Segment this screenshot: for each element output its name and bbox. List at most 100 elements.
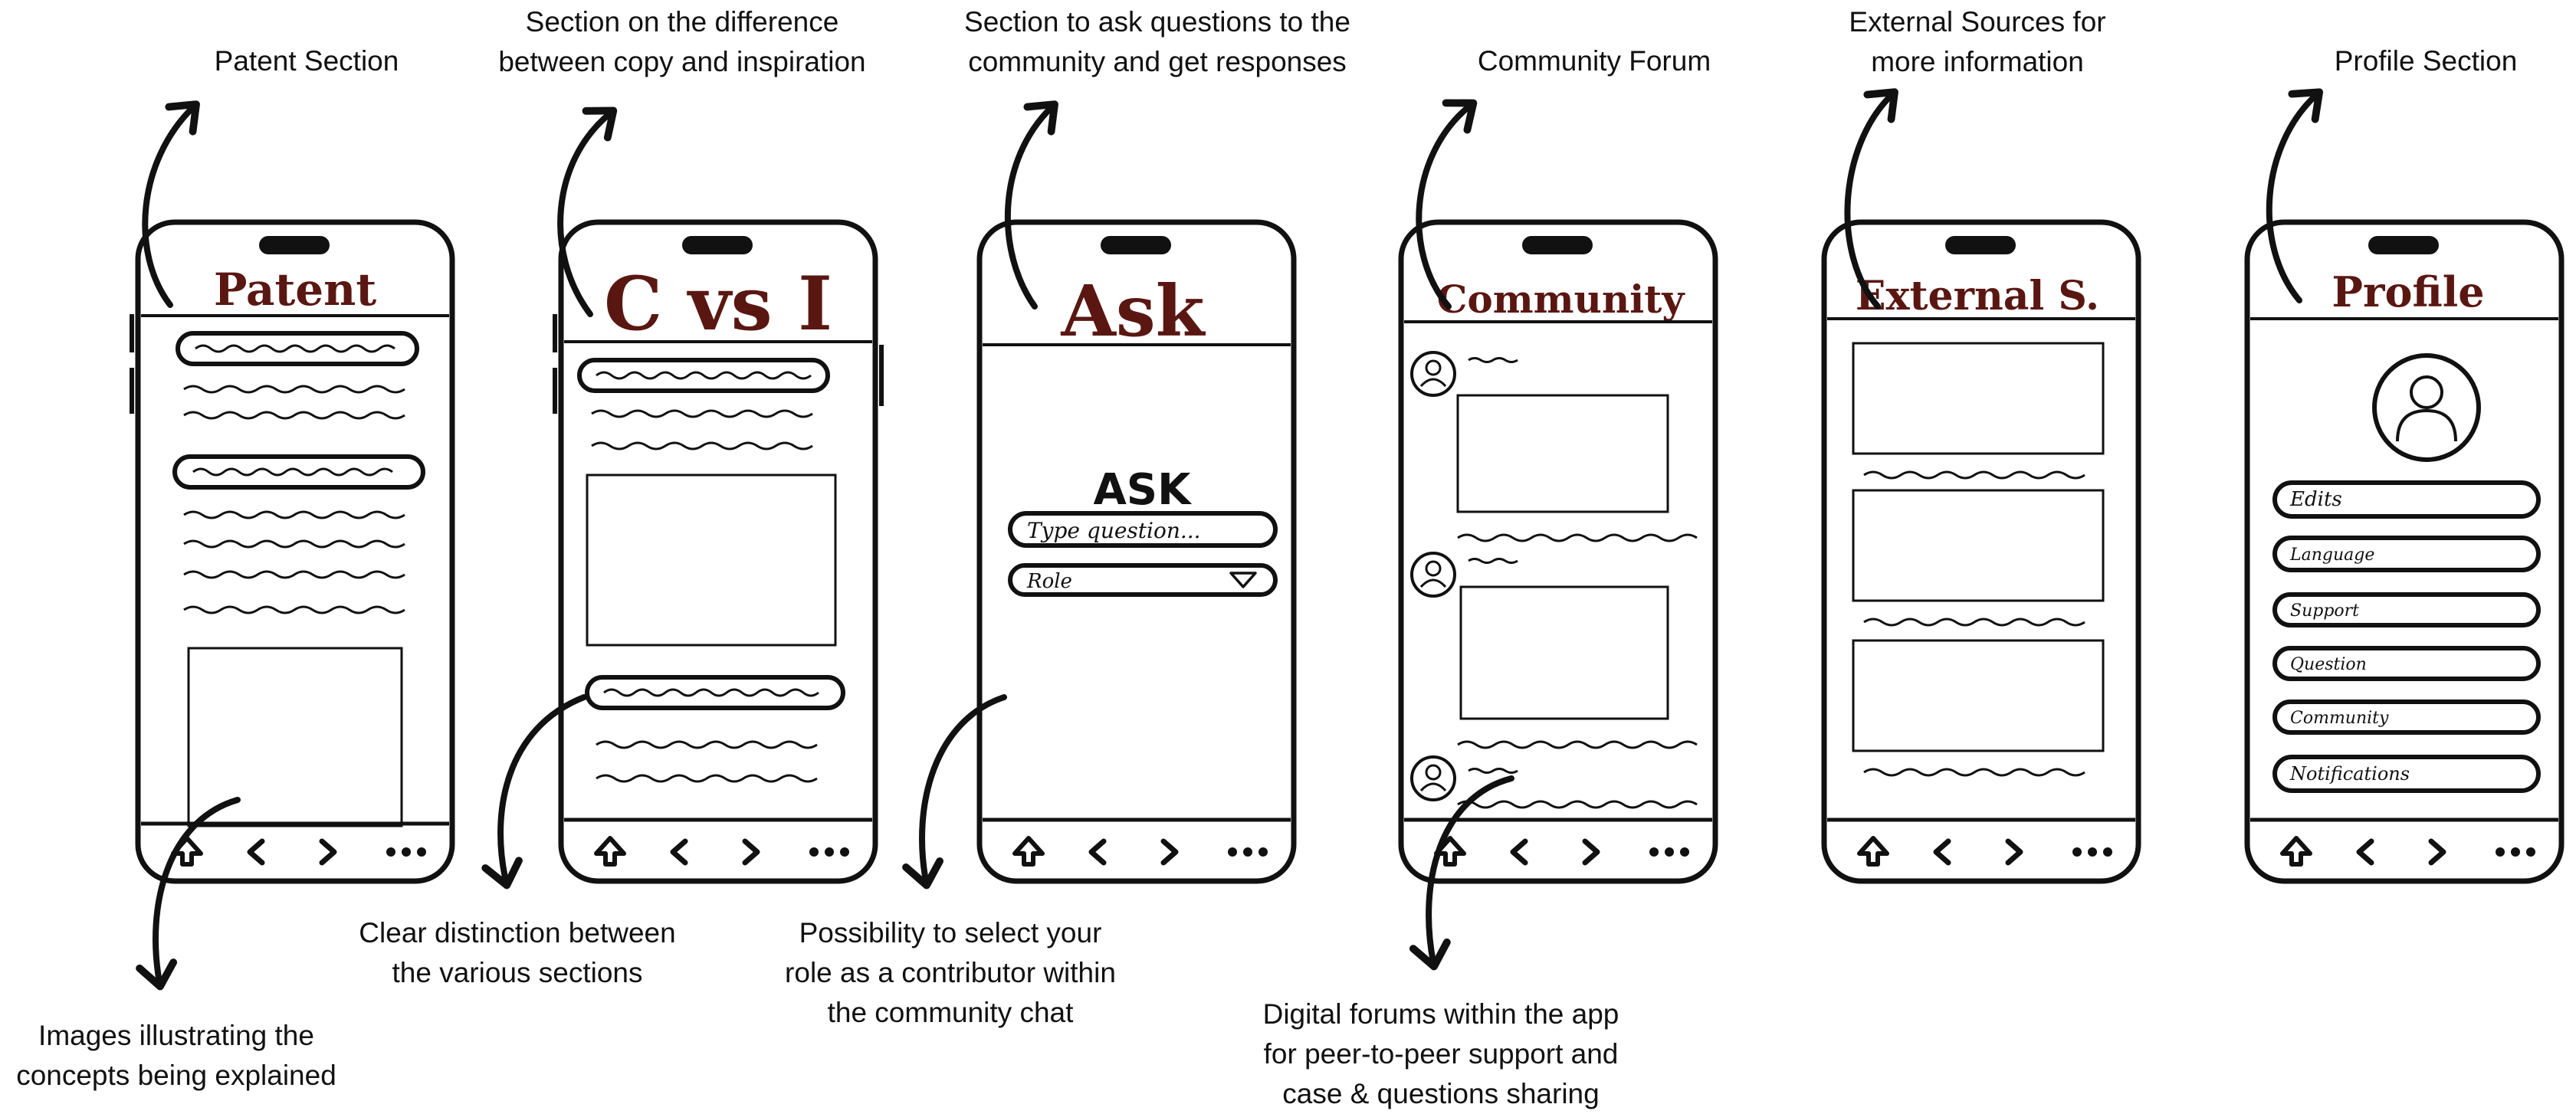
dot [1243, 847, 1252, 857]
back-chevron-icon[interactable] [1510, 838, 1528, 866]
forward-chevron-icon[interactable] [2428, 838, 2446, 866]
profile-button-edits[interactable]: Edits [2272, 480, 2541, 519]
bottom-nav [2280, 836, 2535, 867]
dot [2088, 847, 2097, 857]
phone-notch [1101, 236, 1171, 254]
screen-title: External S. [1856, 273, 2099, 319]
phone-ask: Ask ASK Type question... Role [976, 219, 1297, 884]
source-card[interactable] [1852, 489, 2105, 627]
home-up-arrow-icon[interactable] [594, 836, 626, 867]
phone-external-sources: External S. [1821, 219, 2141, 884]
more-dots-icon[interactable] [809, 847, 849, 857]
annotation-arrow [481, 694, 587, 890]
source-card[interactable] [1852, 342, 2105, 480]
annotation-arrow [2266, 88, 2324, 303]
screen-title: Ask [1061, 270, 1206, 352]
back-chevron-icon[interactable] [1088, 838, 1107, 866]
more-dots-icon[interactable] [386, 847, 426, 857]
button-label: Question [2290, 655, 2367, 674]
phone-community: Community [1398, 219, 1718, 884]
phone-patent: Patent [130, 219, 455, 884]
more-dots-icon[interactable] [1649, 847, 1689, 857]
dot [1649, 847, 1659, 857]
home-up-arrow-icon[interactable] [2280, 836, 2312, 867]
user-avatar-icon[interactable] [2372, 353, 2481, 462]
more-dots-icon[interactable] [2496, 847, 2535, 857]
phone-notch [2368, 236, 2439, 254]
forum-post[interactable] [1410, 552, 1698, 749]
home-up-arrow-icon[interactable] [1012, 836, 1045, 867]
dot [2103, 847, 2112, 857]
more-dots-icon[interactable] [1228, 847, 1268, 857]
button-label: Notifications [2289, 763, 2410, 785]
role-select[interactable]: Role [1008, 563, 1278, 597]
phone-notch [682, 236, 753, 254]
source-image [1852, 342, 2105, 455]
bottom-nav [594, 836, 849, 867]
phone-copy-vs-inspiration: C vs I [553, 219, 884, 884]
screen-title: Profile [2332, 267, 2484, 316]
back-chevron-icon[interactable] [2356, 838, 2374, 866]
back-chevron-icon[interactable] [1933, 838, 1951, 866]
more-dots-icon[interactable] [2072, 847, 2112, 857]
dot [386, 847, 395, 857]
button-label: Community [2290, 709, 2389, 728]
back-chevron-icon[interactable] [247, 838, 265, 866]
phone-frame [135, 219, 455, 884]
dot [417, 847, 426, 857]
bottom-nav [1012, 836, 1268, 867]
annotation-arrow [557, 106, 618, 317]
source-image [1852, 489, 2105, 602]
question-input[interactable]: Type question... [1008, 511, 1278, 548]
annotation-arrow [902, 694, 1007, 890]
forward-chevron-icon[interactable] [319, 838, 337, 866]
button-label: Support [2290, 601, 2359, 621]
bottom-nav [1434, 836, 1689, 867]
home-up-arrow-icon[interactable] [1857, 836, 1889, 867]
source-image [1852, 639, 2105, 752]
button-label: Edits [2289, 488, 2342, 511]
forum-post[interactable] [1410, 351, 1698, 542]
dot [1228, 847, 1237, 857]
profile-button-support[interactable]: Support [2272, 592, 2541, 627]
profile-button-question[interactable]: Question [2272, 646, 2541, 681]
forward-chevron-icon[interactable] [2005, 838, 2023, 866]
dot [2526, 847, 2535, 857]
post-image [1456, 394, 1669, 513]
profile-button-language[interactable]: Language [2272, 536, 2541, 572]
post-image [1459, 585, 1669, 720]
dot [825, 847, 834, 857]
dot [2072, 847, 2082, 857]
button-label: Language [2289, 546, 2374, 565]
bottom-nav [171, 836, 426, 867]
question-placeholder: Type question... [1027, 518, 1201, 543]
dot [402, 847, 411, 857]
dot [1665, 847, 1674, 857]
image-placeholder [187, 647, 403, 827]
ask-heading: ASK [1093, 465, 1193, 515]
phone-profile: Profile Edits Language Support Question … [2244, 219, 2565, 884]
bottom-nav [1857, 836, 2112, 867]
phone-notch [259, 236, 330, 254]
phone-notch [1522, 236, 1593, 254]
dropdown-triangle-icon [1229, 572, 1257, 588]
dot [2496, 847, 2505, 857]
forum-post[interactable] [1410, 755, 1698, 809]
dot [2511, 847, 2520, 857]
screen-title: Community [1437, 277, 1686, 322]
forward-chevron-icon[interactable] [1160, 838, 1179, 866]
annotation-arrow [1409, 775, 1514, 971]
screen-title: Patent [214, 264, 376, 316]
annotation-arrow [142, 100, 200, 308]
wireframe-canvas: Patent C vs I Ask ASK Type question... R… [130, 88, 2565, 991]
dot [809, 847, 819, 857]
source-card[interactable] [1852, 639, 2105, 777]
profile-button-community[interactable]: Community [2272, 700, 2541, 735]
profile-button-notifications[interactable]: Notifications [2272, 755, 2541, 793]
annotation-arrow [1004, 100, 1058, 310]
forward-chevron-icon[interactable] [1582, 838, 1600, 866]
dot [1258, 847, 1268, 857]
dot [1680, 847, 1689, 857]
back-chevron-icon[interactable] [670, 838, 688, 866]
forward-chevron-icon[interactable] [742, 838, 760, 866]
